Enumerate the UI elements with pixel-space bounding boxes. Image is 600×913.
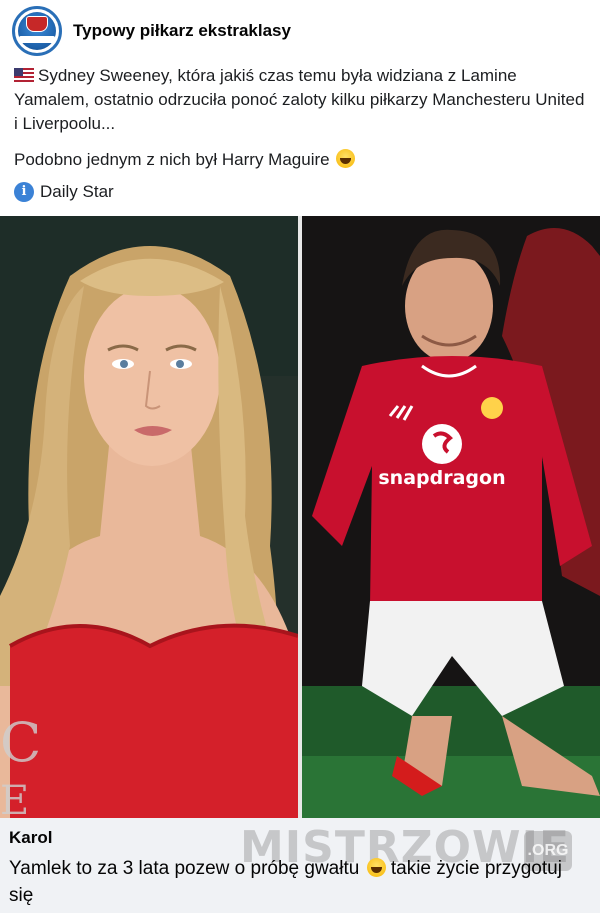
comment-body: Yamlek to za 3 lata pozew o próbę gwałtu…: [9, 858, 562, 906]
post-source: i Daily Star: [14, 180, 590, 204]
left-photo[interactable]: C E: [0, 216, 298, 818]
svg-text:E: E: [0, 778, 29, 818]
right-photo[interactable]: snapdragon: [302, 216, 600, 818]
svg-text:C: C: [0, 711, 41, 774]
page-name-link[interactable]: Typowy piłkarz ekstraklasy: [73, 21, 291, 41]
post-paragraph-2: Podobno jednym z nich był Harry Maguire: [14, 148, 590, 172]
laughing-emoji-icon: [336, 149, 356, 168]
footballer-photo-illustration: snapdragon: [302, 216, 600, 818]
post-paragraph-1: Sydney Sweeney, która jakiś czas temu by…: [14, 66, 585, 133]
woman-photo-illustration: C E: [0, 216, 298, 818]
info-icon: i: [14, 182, 34, 202]
post-text: Sydney Sweeney, która jakiś czas temu by…: [14, 64, 590, 204]
laughing-emoji-icon: [366, 858, 386, 877]
page-avatar[interactable]: [12, 6, 62, 56]
us-flag-icon: [14, 68, 34, 82]
jersey-sponsor-text: snapdragon: [378, 467, 505, 489]
post-header: Typowy piłkarz ekstraklasy: [0, 0, 600, 60]
comment-author[interactable]: Karol: [9, 828, 52, 848]
